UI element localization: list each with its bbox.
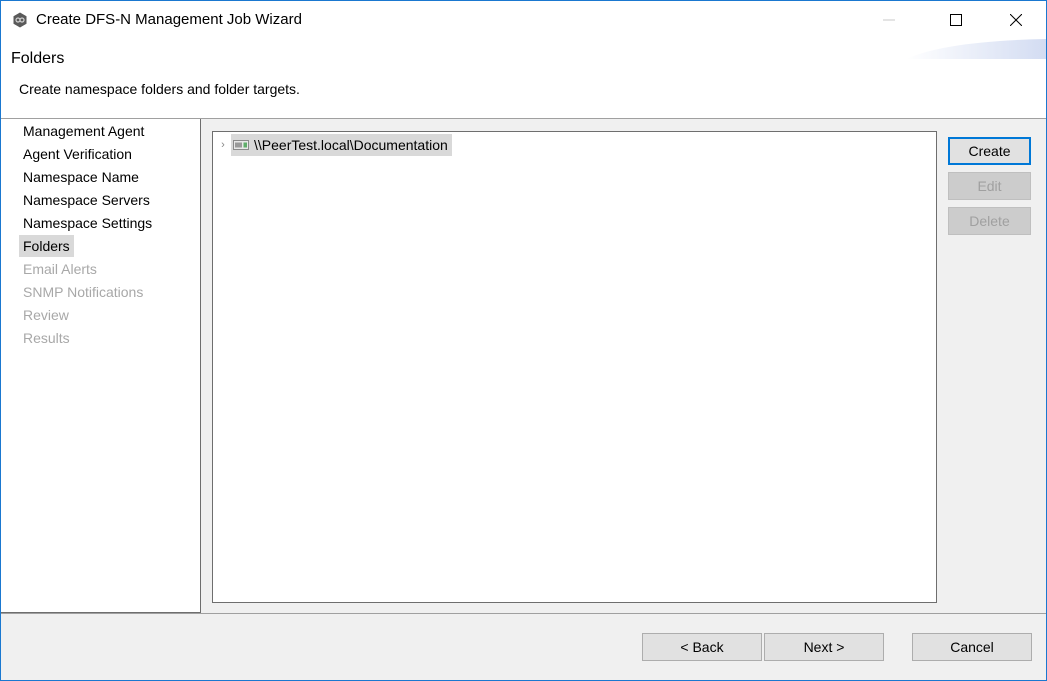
nav-step-folders[interactable]: Folders: [19, 235, 74, 257]
minimize-button[interactable]: [866, 1, 912, 39]
header-banner-graphic: [906, 39, 1046, 59]
edit-button: Edit: [948, 172, 1031, 200]
chevron-right-icon[interactable]: ›: [217, 139, 229, 151]
maximize-button[interactable]: [933, 1, 979, 39]
nav-step-namespace-settings[interactable]: Namespace Settings: [19, 212, 156, 234]
create-button[interactable]: Create: [948, 137, 1031, 165]
window-title: Create DFS-N Management Job Wizard: [36, 11, 302, 28]
page-title: Folders: [11, 50, 65, 67]
nav-step-namespace-name[interactable]: Namespace Name: [19, 166, 143, 188]
nav-step-management-agent[interactable]: Management Agent: [19, 120, 148, 142]
folders-tree[interactable]: › \\PeerTest.local\Documentation: [212, 131, 937, 603]
wizard-steps-nav: Management Agent Agent Verification Name…: [1, 119, 201, 613]
nav-step-email-alerts: Email Alerts: [23, 261, 97, 277]
wizard-body: Management Agent Agent Verification Name…: [1, 119, 1046, 613]
maximize-icon: [950, 14, 962, 26]
next-button[interactable]: Next >: [764, 633, 884, 661]
tree-item-selected[interactable]: \\PeerTest.local\Documentation: [231, 134, 452, 156]
tree-row[interactable]: › \\PeerTest.local\Documentation: [217, 134, 452, 156]
cancel-button[interactable]: Cancel: [912, 633, 1032, 661]
back-button[interactable]: < Back: [642, 633, 762, 661]
nav-step-agent-verification[interactable]: Agent Verification: [19, 143, 136, 165]
wizard-window: Create DFS-N Management Job Wizard Folde…: [0, 0, 1047, 681]
page-description: Create namespace folders and folder targ…: [19, 81, 300, 97]
nav-step-snmp-notifications: SNMP Notifications: [23, 284, 144, 300]
nav-step-namespace-servers[interactable]: Namespace Servers: [19, 189, 154, 211]
nav-step-results: Results: [23, 330, 70, 346]
namespace-server-icon: [233, 140, 249, 150]
minimize-icon: [883, 19, 895, 21]
delete-button: Delete: [948, 207, 1031, 235]
close-button[interactable]: [993, 1, 1039, 39]
tree-item-label: \\PeerTest.local\Documentation: [254, 137, 448, 153]
wizard-header: Folders Create namespace folders and fol…: [1, 39, 1046, 118]
peer-logo-icon: [13, 12, 27, 28]
title-bar[interactable]: Create DFS-N Management Job Wizard: [1, 1, 1046, 39]
nav-step-review: Review: [23, 307, 69, 323]
close-icon: [1010, 14, 1022, 26]
wizard-footer: < Back Next > Cancel: [1, 614, 1046, 680]
